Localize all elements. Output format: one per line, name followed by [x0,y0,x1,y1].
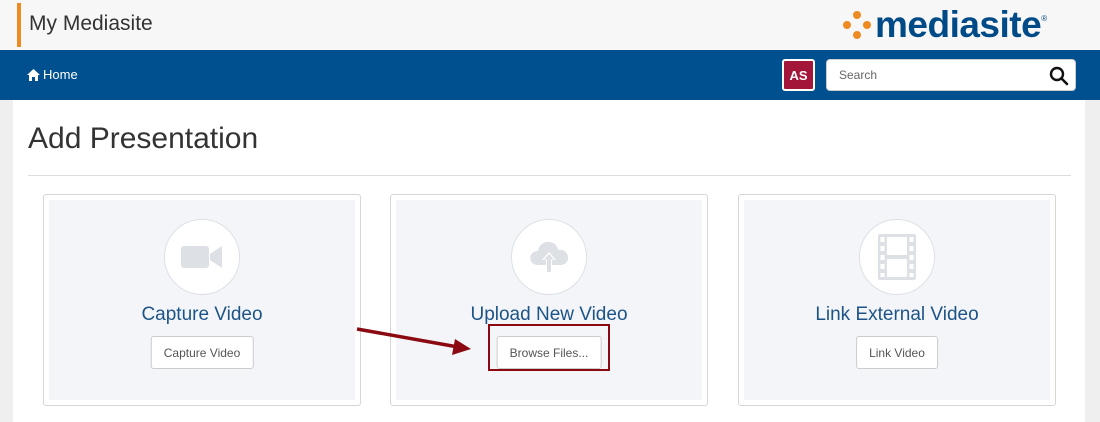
card-title: Link External Video [815,304,979,325]
search-input[interactable] [827,60,1037,90]
home-link[interactable]: Home [27,67,78,82]
video-camera-icon [181,246,222,268]
user-avatar[interactable]: AS [782,59,815,91]
film-strip-icon [878,234,916,280]
capture-video-button[interactable]: Capture Video [150,336,254,369]
card-title: Capture Video [141,304,263,325]
upload-video-card: Upload New Video Browse Files... [390,194,708,406]
title-divider [28,175,1071,176]
card-title: Upload New Video [470,304,628,325]
nav-bar: Home AS [0,50,1100,100]
card-body: Link External Video Link Video [744,200,1050,400]
search-box [826,59,1076,91]
link-video-button[interactable]: Link Video [856,336,938,369]
capture-video-card: Capture Video Capture Video [43,194,361,406]
cloud-upload-icon [530,241,568,273]
card-body: Capture Video Capture Video [49,200,355,400]
home-icon [27,68,40,81]
mediasite-logo[interactable]: mediasite ® [842,6,1047,44]
logo-trademark: ® [1041,14,1048,23]
main-content: Add Presentation Capture Video Capture V… [13,100,1085,422]
card-icon-circle [164,219,240,295]
title-accent-bar [17,3,21,47]
site-title: My Mediasite [29,12,153,35]
card-icon-circle [859,219,935,295]
top-header: My Mediasite mediasite ® [0,0,1100,50]
page-title: Add Presentation [28,122,259,155]
annotation-highlight-box [488,324,610,371]
link-external-video-card: Link External Video Link Video [738,194,1056,406]
mediasite-logo-icon [843,11,871,39]
card-icon-circle [511,219,587,295]
home-label: Home [43,67,78,82]
logo-wordmark: mediasite [875,4,1042,45]
search-icon[interactable] [1049,66,1069,86]
